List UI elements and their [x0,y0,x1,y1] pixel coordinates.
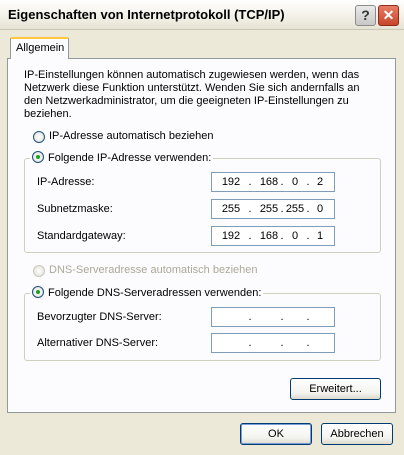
intro-text: IP-Einstellungen können automatisch zuge… [24,69,360,120]
window-title: Eigenschaften von Internetprotokoll (TCP… [8,7,285,22]
ip-separator: . [248,230,252,242]
subnet-mask-input[interactable]: 255 . 255 . 255 . 0 [211,199,335,219]
close-button[interactable]: ✕ [378,5,399,26]
preferred-dns-label: Bevorzugter DNS-Server: [37,311,162,323]
gateway-input[interactable]: 192 . 168 . 0 . 1 [211,226,335,246]
ip-separator: . [280,337,284,349]
ip-manual-radio[interactable] [32,151,44,163]
advanced-button[interactable]: Erweitert... [290,378,381,400]
dns-manual-radio[interactable] [32,286,44,298]
help-icon: ? [361,7,370,23]
dns-auto-label[interactable]: DNS-Serveradresse automatisch beziehen [49,264,258,276]
ip-manual-label[interactable]: Folgende IP-Adresse verwenden: [48,152,211,164]
ip-separator: . [248,337,252,349]
ip-octet: 0 [316,203,324,215]
ip-separator: . [248,311,252,323]
dns-manual-legend: Folgende DNS-Serveradressen verwenden: [30,286,264,299]
ip-manual-legend: Folgende IP-Adresse verwenden: [30,151,214,164]
subnet-mask-label: Subnetzmaske: [37,203,113,215]
ip-octet: 2 [316,176,324,188]
ip-octet: 255 [221,203,241,215]
ip-address-input[interactable]: 192 . 168 . 0 . 2 [211,172,335,192]
ip-octet: 192 [221,176,241,188]
ip-separator: . [248,176,252,188]
ip-auto-label[interactable]: IP-Adresse automatisch beziehen [49,130,213,142]
ok-button[interactable]: OK [240,423,312,445]
ip-separator: . [248,203,252,215]
preferred-dns-input[interactable]: . . . [211,307,335,327]
ip-separator: . [306,337,310,349]
alternate-dns-input[interactable]: . . . [211,333,335,353]
cancel-button[interactable]: Abbrechen [321,423,393,445]
dns-auto-radio[interactable] [33,265,45,277]
ip-address-label: IP-Adresse: [37,176,95,188]
help-button[interactable]: ? [355,5,376,26]
dns-manual-label[interactable]: Folgende DNS-Serveradressen verwenden: [48,287,261,299]
title-bar[interactable]: Eigenschaften von Internetprotokoll (TCP… [0,0,404,30]
alternate-dns-label: Alternativer DNS-Server: [37,337,159,349]
tab-allgemein[interactable]: Allgemein [10,37,69,59]
ip-separator: . [280,311,284,323]
ip-separator: . [306,311,310,323]
gateway-label: Standardgateway: [37,230,126,242]
tab-label: Allgemein [16,42,65,54]
ip-auto-radio[interactable] [33,131,45,143]
ip-octet: 1 [316,230,324,242]
ip-octet: 192 [221,230,241,242]
close-icon: ✕ [382,7,395,23]
